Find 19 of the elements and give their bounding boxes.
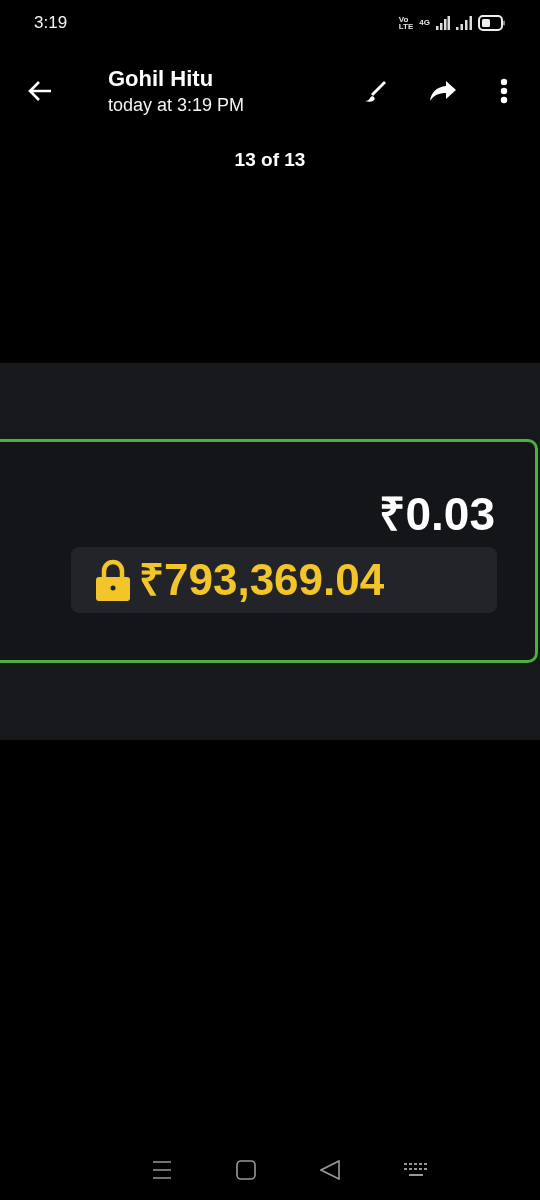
recent-apps-icon[interactable] <box>152 1161 172 1179</box>
battery-icon <box>478 15 506 31</box>
status-time: 3:19 <box>34 12 68 35</box>
keyboard-icon[interactable] <box>404 1162 428 1178</box>
lock-icon <box>95 559 131 601</box>
network-type: 4G <box>419 17 430 29</box>
sender-name: Gohil Hitu <box>108 65 215 93</box>
signal-icon <box>436 16 450 30</box>
locked-amount: ₹793,369.04 <box>139 556 385 604</box>
home-icon[interactable] <box>236 1160 256 1180</box>
signal-icon <box>456 16 472 30</box>
balance-amount: ₹0.03 <box>379 489 495 539</box>
message-time: today at 3:19 PM <box>108 94 246 117</box>
forward-arrow-icon <box>429 80 457 102</box>
more-icon <box>500 78 508 104</box>
image-counter: 13 of 13 <box>234 148 306 172</box>
back-icon[interactable] <box>320 1160 340 1180</box>
back-arrow-icon <box>27 79 53 103</box>
volte-icon: Vo LTE <box>398 16 414 30</box>
